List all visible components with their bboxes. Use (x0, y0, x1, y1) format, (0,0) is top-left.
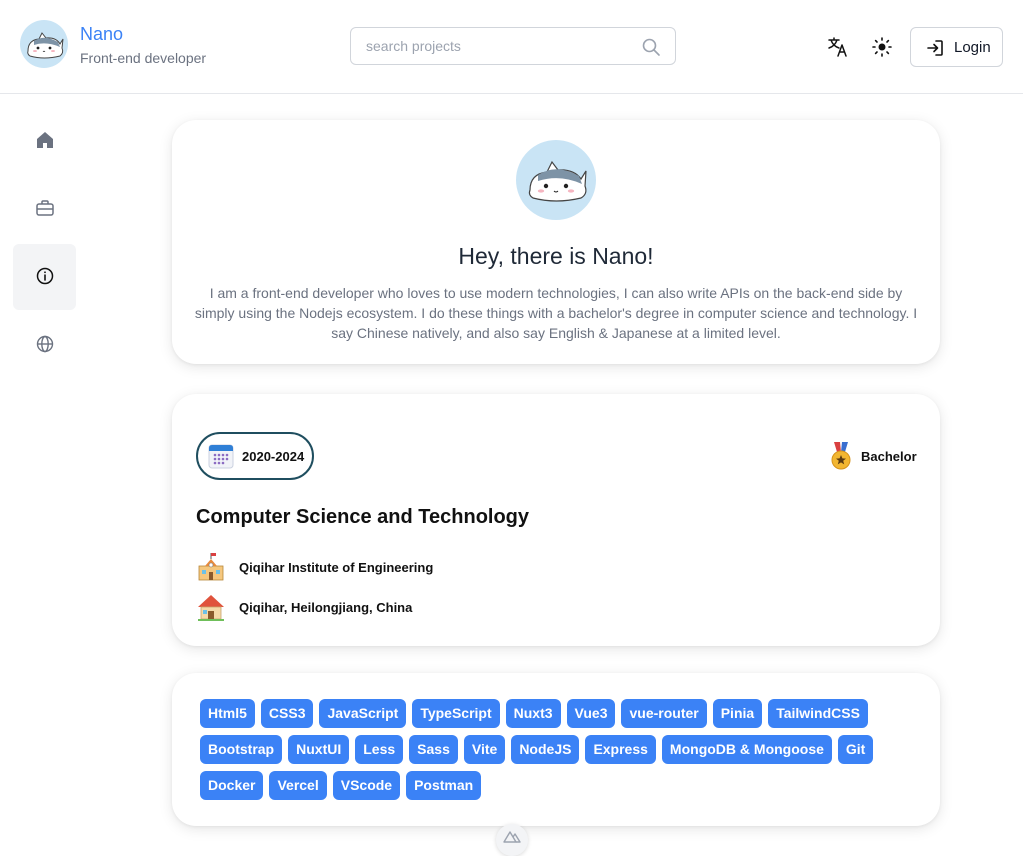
brand-name[interactable]: Nano (80, 24, 123, 45)
skill-tag: TypeScript (412, 699, 500, 728)
cat-avatar-icon (528, 160, 587, 202)
sidebar-item-home[interactable] (13, 108, 76, 174)
skill-tag: vue-router (621, 699, 707, 728)
sidebar-item-projects[interactable] (13, 176, 76, 242)
globe-icon (36, 335, 54, 353)
skill-tag: VScode (332, 771, 401, 800)
skill-tag: CSS3 (260, 699, 314, 728)
skill-tags: Html5 CSS3 JavaScript TypeScript Nuxt3 Vue3 vu… (200, 699, 900, 807)
skill-tag: Git (837, 735, 874, 764)
skills-card: Html5 CSS3 JavaScript TypeScript Nuxt3 Vue3 vu… (172, 673, 940, 826)
search-box[interactable] (350, 27, 676, 65)
skill-tag: Docker (200, 771, 264, 800)
avatar[interactable] (20, 20, 68, 68)
sidebar-item-about[interactable] (13, 244, 76, 310)
profile-avatar (516, 140, 596, 220)
skill-tag: Vercel (269, 771, 327, 800)
skill-tag: TailwindCSS (768, 699, 868, 728)
period-badge: 2020-2024 (196, 432, 314, 480)
house-icon (198, 595, 224, 621)
bio-text: I am a front-end developer who loves to … (194, 285, 918, 341)
major-title: Computer Science and Technology (196, 506, 530, 528)
skill-tag: Sass (409, 735, 458, 764)
education-card: 2020-2024 Bachelor Computer Science and … (172, 394, 940, 646)
medal-icon (831, 442, 851, 470)
calendar-icon (208, 444, 234, 469)
skill-tag: Vite (463, 735, 506, 764)
skill-tag: Bootstrap (200, 735, 283, 764)
skill-tag: Pinia (712, 699, 763, 728)
skill-tag: MongoDB & Mongoose (661, 735, 832, 764)
login-button[interactable]: Login (910, 27, 1003, 67)
brand-subtitle: Front-end developer (80, 50, 207, 66)
profile-card: Hey, there is Nano! I am a front-end dev… (172, 120, 940, 364)
skill-tag: Less (355, 735, 404, 764)
skill-tag: JavaScript (319, 699, 407, 728)
skill-tag: Nuxt3 (505, 699, 561, 728)
skill-tag: Postman (406, 771, 482, 800)
degree-text: Bachelor (861, 449, 917, 464)
period-text: 2020-2024 (242, 449, 305, 464)
skill-tag: Express (585, 735, 656, 764)
top-header: Nano Front-end developer Login (0, 0, 1023, 94)
skill-tag: NuxtUI (288, 735, 350, 764)
cat-avatar-icon (27, 32, 64, 59)
translate-icon[interactable] (827, 36, 849, 58)
skill-tag: Html5 (200, 699, 255, 728)
search-icon[interactable] (641, 37, 661, 57)
sun-icon[interactable] (871, 36, 893, 58)
greeting-title: Hey, there is Nano! (458, 243, 654, 269)
school-icon (198, 553, 224, 581)
info-icon (36, 267, 54, 285)
sidebar-item-world[interactable] (13, 312, 76, 378)
skill-tag: NodeJS (511, 735, 580, 764)
home-icon (37, 132, 53, 148)
nuxt-devtools-button[interactable] (496, 824, 528, 856)
nuxt-logo-icon (503, 831, 521, 843)
search-input[interactable] (364, 37, 638, 55)
skill-tag: Vue3 (566, 699, 616, 728)
login-icon (927, 40, 943, 56)
degree-badge: Bachelor (830, 442, 917, 470)
school-text: Qiqihar Institute of Engineering (239, 560, 434, 575)
login-label: Login (954, 39, 991, 56)
location-text: Qiqihar, Heilongjiang, China (239, 600, 413, 615)
briefcase-icon (36, 200, 54, 216)
